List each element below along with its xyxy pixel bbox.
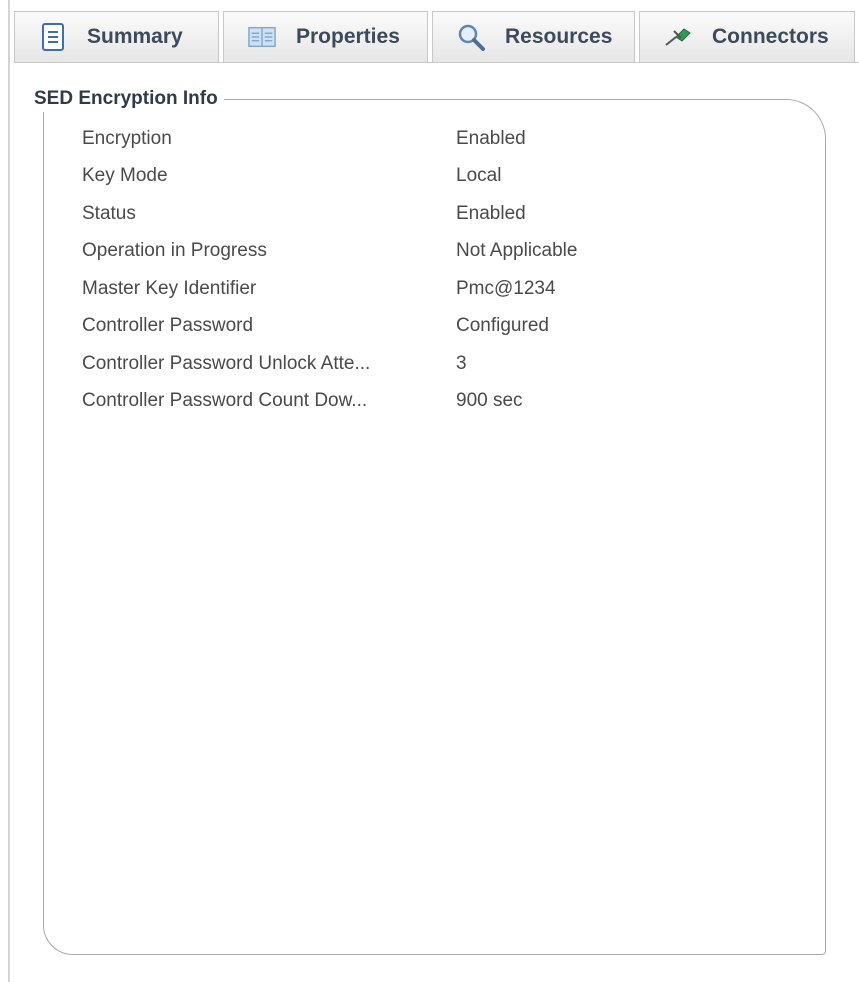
tab-resources[interactable]: Resources — [432, 11, 635, 62]
info-label: Key Mode — [82, 165, 168, 187]
info-value: Configured — [456, 315, 549, 337]
tab-bar-divider — [14, 62, 859, 63]
tab-bar: Summary Properties Resources Connectors — [14, 11, 859, 62]
properties-panel-icon — [248, 23, 276, 51]
info-row-controller-password: Controller Password Configured — [82, 308, 682, 346]
tab-properties[interactable]: Properties — [223, 11, 428, 62]
tab-summary[interactable]: Summary — [14, 11, 219, 62]
tab-summary-label: Summary — [87, 25, 183, 48]
info-label: Controller Password Count Dow... — [82, 390, 368, 412]
connector-plug-icon — [664, 23, 692, 51]
info-value: Enabled — [456, 202, 526, 224]
info-value: 900 sec — [456, 390, 523, 412]
info-label: Encryption — [82, 127, 172, 149]
info-row-operation-in-progress: Operation in Progress Not Applicable — [82, 233, 682, 271]
info-row-master-key-identifier: Master Key Identifier Pmc@1234 — [82, 270, 682, 308]
info-label: Controller Password — [82, 315, 254, 337]
info-label: Status — [82, 202, 136, 224]
info-value: 3 — [456, 352, 467, 374]
info-label: Controller Password Unlock Atte... — [82, 352, 371, 374]
groupbox-title: SED Encryption Info — [30, 86, 224, 112]
tab-resources-label: Resources — [505, 25, 613, 48]
info-value: Pmc@1234 — [456, 277, 556, 299]
left-border — [8, 0, 10, 982]
encryption-info-table: Encryption Enabled Key Mode Local Status… — [82, 120, 682, 420]
info-row-key-mode: Key Mode Local — [82, 158, 682, 196]
info-row-status: Status Enabled — [82, 195, 682, 233]
info-value: Enabled — [456, 127, 526, 149]
tab-properties-label: Properties — [296, 25, 400, 48]
tab-connectors[interactable]: Connectors — [639, 11, 855, 62]
info-row-encryption: Encryption Enabled — [82, 120, 682, 158]
info-label: Master Key Identifier — [82, 277, 257, 299]
tab-connectors-label: Connectors — [712, 25, 829, 48]
info-value: Not Applicable — [456, 240, 578, 262]
info-value: Local — [456, 165, 502, 187]
document-icon — [39, 23, 67, 51]
info-row-count-down: Controller Password Count Dow... 900 sec — [82, 383, 682, 421]
info-label: Operation in Progress — [82, 240, 267, 262]
info-row-unlock-attempts: Controller Password Unlock Atte... 3 — [82, 345, 682, 383]
magnifier-icon — [457, 23, 485, 51]
